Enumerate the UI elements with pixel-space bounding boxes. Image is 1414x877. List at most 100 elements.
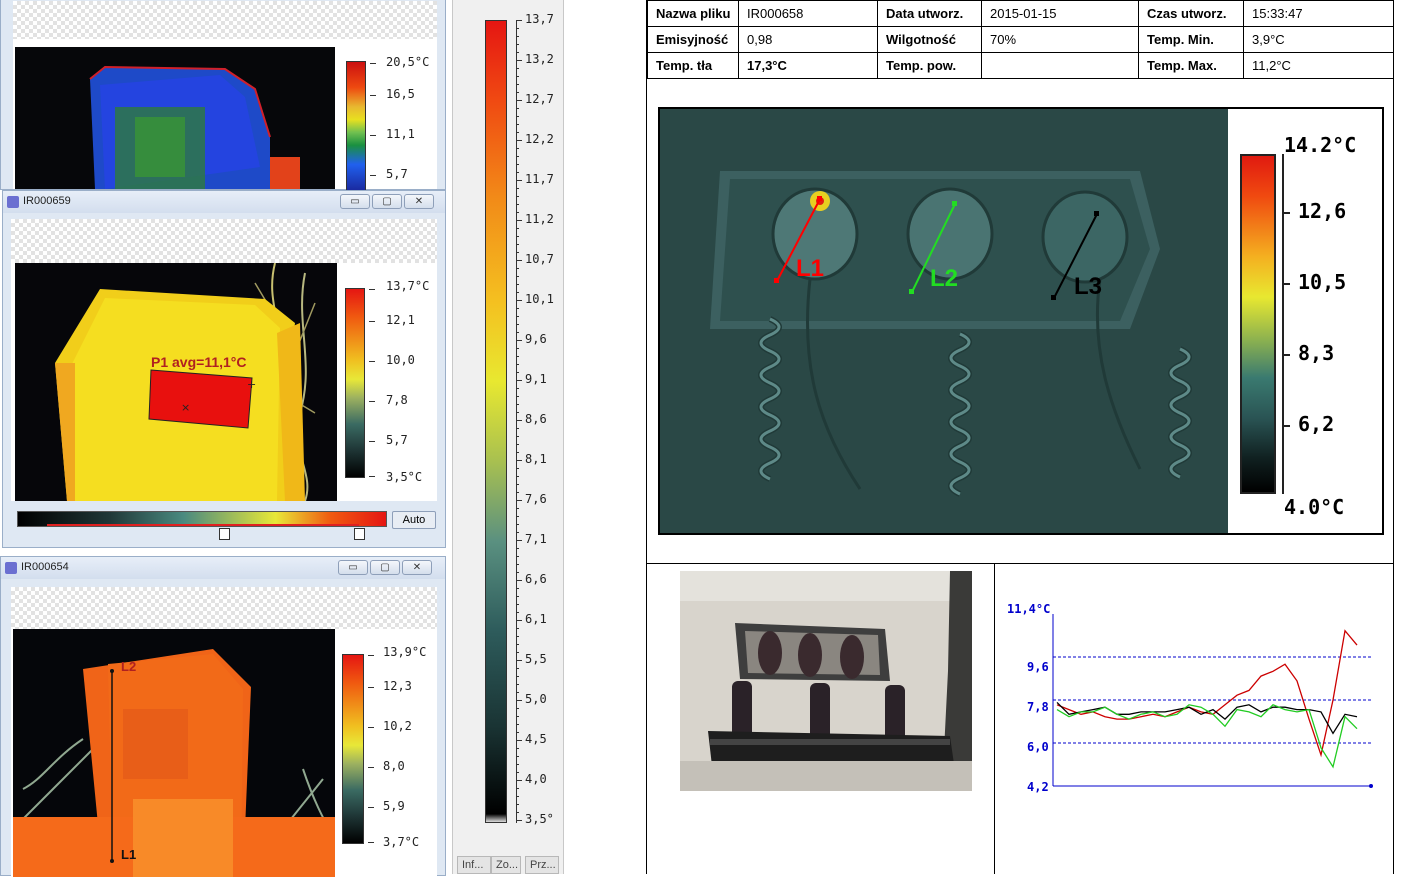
- big-scale-minor-tick: [516, 276, 519, 277]
- big-scale-minor-tick: [516, 228, 519, 229]
- slider-handle-max[interactable]: [354, 528, 365, 540]
- window-titlebar[interactable]: IR000654 ▭ ▢ ✕: [1, 557, 445, 579]
- big-scale-label: 3,5°: [525, 812, 554, 826]
- big-scale-minor-tick: [516, 628, 519, 629]
- big-scale-minor-tick: [516, 732, 519, 733]
- maximize-button[interactable]: ▢: [372, 194, 402, 209]
- big-scale-minor-tick: [516, 564, 519, 565]
- auto-button[interactable]: Auto: [392, 511, 436, 529]
- value-emissivity: 0,98: [738, 26, 878, 53]
- line-label-l2: L2: [930, 265, 959, 292]
- minimize-button[interactable]: ▭: [338, 560, 368, 575]
- value-surface-temp: [981, 52, 1139, 79]
- big-scale-label: 10,1: [525, 292, 554, 306]
- window-titlebar[interactable]: IR000659 ▭ ▢ ✕: [3, 191, 445, 213]
- thermal-window-IR000659[interactable]: IR000659 ▭ ▢ ✕ × + P1 avg=11,1°C 13,7°C …: [2, 190, 446, 548]
- big-scale-tick: [516, 540, 522, 541]
- main-scale-label: 10,5: [1298, 270, 1347, 294]
- series-line-0: [1056, 629, 1358, 758]
- big-scale-label: 8,6: [525, 412, 547, 426]
- big-scale-label: 11,2: [525, 212, 554, 226]
- close-button[interactable]: ✕: [402, 560, 432, 575]
- visual-photo[interactable]: [680, 571, 972, 791]
- big-scale-tick: [516, 700, 522, 701]
- main-scale-label: 4.0°C: [1284, 495, 1345, 519]
- tab-prz[interactable]: Prz...: [525, 856, 559, 874]
- svg-text:×: ×: [181, 401, 190, 414]
- big-scale-minor-tick: [516, 636, 519, 637]
- svg-text:+: +: [247, 378, 256, 391]
- value-file-name: IR000658: [738, 0, 878, 27]
- big-scale-minor-tick: [516, 108, 519, 109]
- big-scale-label: 4,0: [525, 772, 547, 786]
- maximize-button[interactable]: ▢: [370, 560, 400, 575]
- main-scale-label: 8,3: [1298, 341, 1335, 365]
- big-scale-minor-tick: [516, 308, 519, 309]
- value-background-temp: 17,3°C: [738, 52, 878, 79]
- label-surface-temp: Temp. pow.: [877, 52, 982, 79]
- big-scale-minor-tick: [516, 812, 519, 813]
- thermal-window-IR000654[interactable]: IR000654 ▭ ▢ ✕ L2 L1 13,9°C 12,3 10,2 8,…: [0, 556, 446, 877]
- big-scale-minor-tick: [516, 764, 519, 765]
- big-scale-minor-tick: [516, 372, 519, 373]
- big-scale-minor-tick: [516, 772, 519, 773]
- big-scale-minor-tick: [516, 476, 519, 477]
- report-page: Nazwa pliku IR000658 Data utworz. 2015-0…: [646, 0, 1394, 874]
- big-scale-minor-tick: [516, 692, 519, 693]
- color-scale-1: [346, 61, 366, 191]
- big-scale-minor-tick: [516, 596, 519, 597]
- big-scale-minor-tick: [516, 508, 519, 509]
- big-scale-minor-tick: [516, 484, 519, 485]
- big-scale-minor-tick: [516, 52, 519, 53]
- scale-label: 7,8: [386, 393, 408, 407]
- window-title: IR000654: [21, 561, 69, 573]
- big-scale-minor-tick: [516, 76, 519, 77]
- big-scale-minor-tick: [516, 748, 519, 749]
- profile-chart: 11,4°C 9,6 7,8 6,0 4,2: [995, 564, 1393, 874]
- thermal-image-IR000654[interactable]: [13, 629, 335, 877]
- big-scale-tick: [516, 660, 522, 661]
- big-scale-label: 13,7: [525, 12, 554, 26]
- app-icon: [5, 562, 17, 574]
- big-scale-tick: [516, 180, 522, 181]
- big-scale-tick: [516, 620, 522, 621]
- scale-label: 8,0: [383, 759, 405, 773]
- scale-label: 5,7: [386, 433, 408, 447]
- tab-zoom[interactable]: Zo...: [491, 856, 521, 874]
- big-scale-minor-tick: [516, 68, 519, 69]
- big-scale-minor-tick: [516, 524, 519, 525]
- big-scale-minor-tick: [516, 644, 519, 645]
- profile-chart-svg: [1052, 614, 1373, 788]
- big-scale-minor-tick: [516, 548, 519, 549]
- scale-label: 13,7°C: [386, 279, 430, 293]
- big-scale-minor-tick: [516, 252, 519, 253]
- big-scale-minor-tick: [516, 804, 519, 805]
- big-scale-minor-tick: [516, 348, 519, 349]
- big-scale-label: 8,1: [525, 452, 547, 466]
- empty-area: [11, 587, 437, 629]
- tab-info[interactable]: Inf...: [457, 856, 491, 874]
- big-scale-label: 4,5: [525, 732, 547, 746]
- big-scale-label: 7,6: [525, 492, 547, 506]
- slider-handle-min[interactable]: [219, 528, 230, 540]
- line-label-l1: L1: [121, 847, 137, 862]
- big-scale-minor-tick: [516, 428, 519, 429]
- empty-area: [13, 1, 437, 39]
- thermal-image-IR000659[interactable]: × +: [15, 263, 337, 501]
- big-scale-tick: [516, 220, 522, 221]
- big-scale-minor-tick: [516, 28, 519, 29]
- measurement-label-p1: P1 avg=11,1°C: [151, 354, 247, 370]
- big-scale-tick: [516, 820, 522, 821]
- close-button[interactable]: ✕: [404, 194, 434, 209]
- big-scale-minor-tick: [516, 132, 519, 133]
- big-scale-minor-tick: [516, 652, 519, 653]
- big-scale-label: 12,2: [525, 132, 554, 146]
- main-thermal-image[interactable]: [660, 109, 1228, 535]
- big-scale-minor-tick: [516, 396, 519, 397]
- big-scale-tick: [516, 460, 522, 461]
- minimize-button[interactable]: ▭: [340, 194, 370, 209]
- big-scale-tick: [516, 380, 522, 381]
- label-temp-max: Temp. Max.: [1138, 52, 1244, 79]
- label-background-temp: Temp. tła: [647, 52, 739, 79]
- big-scale-minor-tick: [516, 316, 519, 317]
